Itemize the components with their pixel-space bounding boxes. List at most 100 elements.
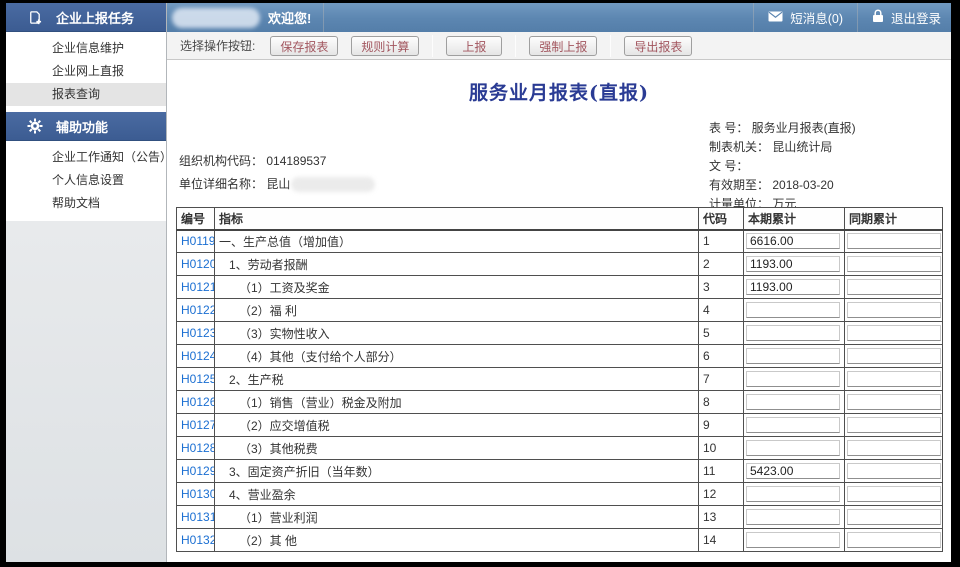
prior-period-input[interactable] — [847, 348, 941, 364]
messages-button[interactable]: 短消息(0) — [754, 3, 857, 32]
prior-period-input[interactable] — [847, 463, 941, 479]
toolbar-divider — [432, 35, 433, 57]
code-cell: 13 — [699, 506, 744, 529]
sidebar-item-report-query[interactable]: 报表查询 — [6, 83, 166, 106]
indicator-cell: 4、营业盈余 — [215, 483, 699, 506]
current-period-input[interactable] — [746, 348, 840, 364]
meta-label: 表 号： — [709, 121, 752, 135]
sidebar-item-enterprise-online-report[interactable]: 企业网上直报 — [6, 60, 166, 83]
sidebar-section-auxiliary[interactable]: 辅助功能 — [6, 112, 166, 141]
row-code-link[interactable]: H0123 — [181, 326, 215, 340]
sidebar-item-personal-settings[interactable]: 个人信息设置 — [6, 169, 166, 192]
table-row: H0124 （4）其他（支付给个人部分） 6 — [177, 345, 943, 368]
code-cell: 9 — [699, 414, 744, 437]
header-code: 代码 — [699, 208, 744, 230]
prior-period-input[interactable] — [847, 417, 941, 433]
force-submit-button[interactable]: 强制上报 — [529, 36, 597, 56]
table-row: H0125 2、生产税 7 — [177, 368, 943, 391]
report-doc-icon — [26, 9, 43, 26]
save-report-button[interactable]: 保存报表 — [270, 36, 338, 56]
prior-period-input[interactable] — [847, 532, 941, 548]
current-period-input[interactable] — [746, 394, 840, 410]
submit-button[interactable]: 上报 — [446, 36, 502, 56]
code-cell: 1 — [699, 230, 744, 253]
toolbar: 选择操作按钮: 保存报表 规则计算 上报 强制上报 导出报表 — [167, 32, 951, 60]
sidebar-section-label: 企业上报任务 — [56, 8, 134, 27]
prior-period-input[interactable] — [847, 486, 941, 502]
meta-label: 制表机关： — [709, 140, 772, 154]
prior-period-input[interactable] — [847, 233, 941, 249]
current-period-input[interactable] — [746, 325, 840, 341]
prior-period-input[interactable] — [847, 256, 941, 272]
row-code-link[interactable]: H0120 — [181, 257, 215, 271]
export-report-button[interactable]: 导出报表 — [624, 36, 692, 56]
table-row: H0121 （1）工资及奖金 3 — [177, 276, 943, 299]
table-header-row: 编号 指标 代码 本期累计 同期累计 — [177, 208, 943, 230]
row-code-link[interactable]: H0129 — [181, 464, 215, 478]
prior-period-input[interactable] — [847, 325, 941, 341]
current-period-input[interactable] — [746, 279, 840, 295]
table-row: H0127 （2）应交增值税 9 — [177, 414, 943, 437]
current-period-input[interactable] — [746, 463, 840, 479]
topbar-divider — [323, 3, 324, 32]
current-period-input[interactable] — [746, 371, 840, 387]
row-code-link[interactable]: H0125 — [181, 372, 215, 386]
row-code-link[interactable]: H0130 — [181, 487, 215, 501]
row-code-link[interactable]: H0119 — [181, 234, 215, 248]
current-period-input[interactable] — [746, 256, 840, 272]
indicator-cell: （3）实物性收入 — [215, 322, 699, 345]
header-row-code: 编号 — [177, 208, 215, 230]
row-code-link[interactable]: H0127 — [181, 418, 215, 432]
meta-label: 文 号： — [709, 159, 748, 173]
table-row: H0120 1、劳动者报酬 2 — [177, 253, 943, 276]
username-redacted — [172, 8, 260, 28]
current-period-input[interactable] — [746, 486, 840, 502]
indicator-cell: （1）营业利润 — [215, 506, 699, 529]
current-period-input[interactable] — [746, 440, 840, 456]
toolbar-divider — [610, 35, 611, 57]
org-code-label: 组织机构代码： — [179, 154, 266, 168]
table-row: H0129 3、固定资产折旧（当年数） 11 — [177, 460, 943, 483]
code-cell: 10 — [699, 437, 744, 460]
sidebar-section-report-tasks[interactable]: 企业上报任务 — [6, 3, 166, 32]
meta-label: 有效期至： — [709, 178, 772, 192]
org-info-block: 组织机构代码： 014189537 单位详细名称： 昆山 — [179, 150, 375, 196]
gear-icon — [26, 118, 43, 135]
prior-period-input[interactable] — [847, 440, 941, 456]
indicator-cell: （1）工资及奖金 — [215, 276, 699, 299]
logout-button[interactable]: 退出登录 — [858, 3, 951, 32]
report-table: 编号 指标 代码 本期累计 同期累计 H0119 一、生产总值（增加值） 1 — [176, 207, 943, 552]
prior-period-input[interactable] — [847, 279, 941, 295]
row-code-link[interactable]: H0121 — [181, 280, 215, 294]
prior-period-input[interactable] — [847, 509, 941, 525]
sidebar: 企业上报任务 企业信息维护 企业网上直报 报表查询 — [6, 3, 167, 562]
current-period-input[interactable] — [746, 417, 840, 433]
prior-period-input[interactable] — [847, 302, 941, 318]
sidebar-item-help-docs[interactable]: 帮助文档 — [6, 192, 166, 215]
sidebar-items-auxiliary: 企业工作通知（公告） 个人信息设置 帮助文档 — [6, 141, 166, 221]
current-period-input[interactable] — [746, 302, 840, 318]
row-code-link[interactable]: H0128 — [181, 441, 215, 455]
rule-calculate-button[interactable]: 规则计算 — [351, 36, 419, 56]
code-cell: 4 — [699, 299, 744, 322]
current-period-input[interactable] — [746, 509, 840, 525]
meta-value: 服务业月报表(直报) — [752, 121, 856, 135]
sidebar-item-enterprise-info-maintenance[interactable]: 企业信息维护 — [6, 37, 166, 60]
sidebar-item-work-notice[interactable]: 企业工作通知（公告） — [6, 146, 166, 169]
prior-period-input[interactable] — [847, 394, 941, 410]
welcome-text: 欢迎您! — [268, 8, 311, 27]
report-content: 服务业月报表(直报) 组织机构代码： 014189537 单位详细名称： 昆山 … — [167, 60, 951, 562]
current-period-input[interactable] — [746, 233, 840, 249]
row-code-link[interactable]: H0126 — [181, 395, 215, 409]
current-period-input[interactable] — [746, 532, 840, 548]
row-code-link[interactable]: H0122 — [181, 303, 215, 317]
prior-period-input[interactable] — [847, 371, 941, 387]
report-meta-block: 表 号： 服务业月报表(直报) 制表机关： 昆山统计局 文 号： 有效期至： 2… — [709, 119, 856, 214]
row-code-link[interactable]: H0132 — [181, 533, 215, 547]
toolbar-label: 选择操作按钮: — [180, 37, 255, 54]
row-code-link[interactable]: H0131 — [181, 510, 215, 524]
app-window: 企业上报任务 企业信息维护 企业网上直报 报表查询 — [6, 3, 951, 562]
row-code-link[interactable]: H0124 — [181, 349, 215, 363]
org-code-value: 014189537 — [266, 154, 326, 168]
sidebar-section-label: 辅助功能 — [56, 117, 108, 136]
